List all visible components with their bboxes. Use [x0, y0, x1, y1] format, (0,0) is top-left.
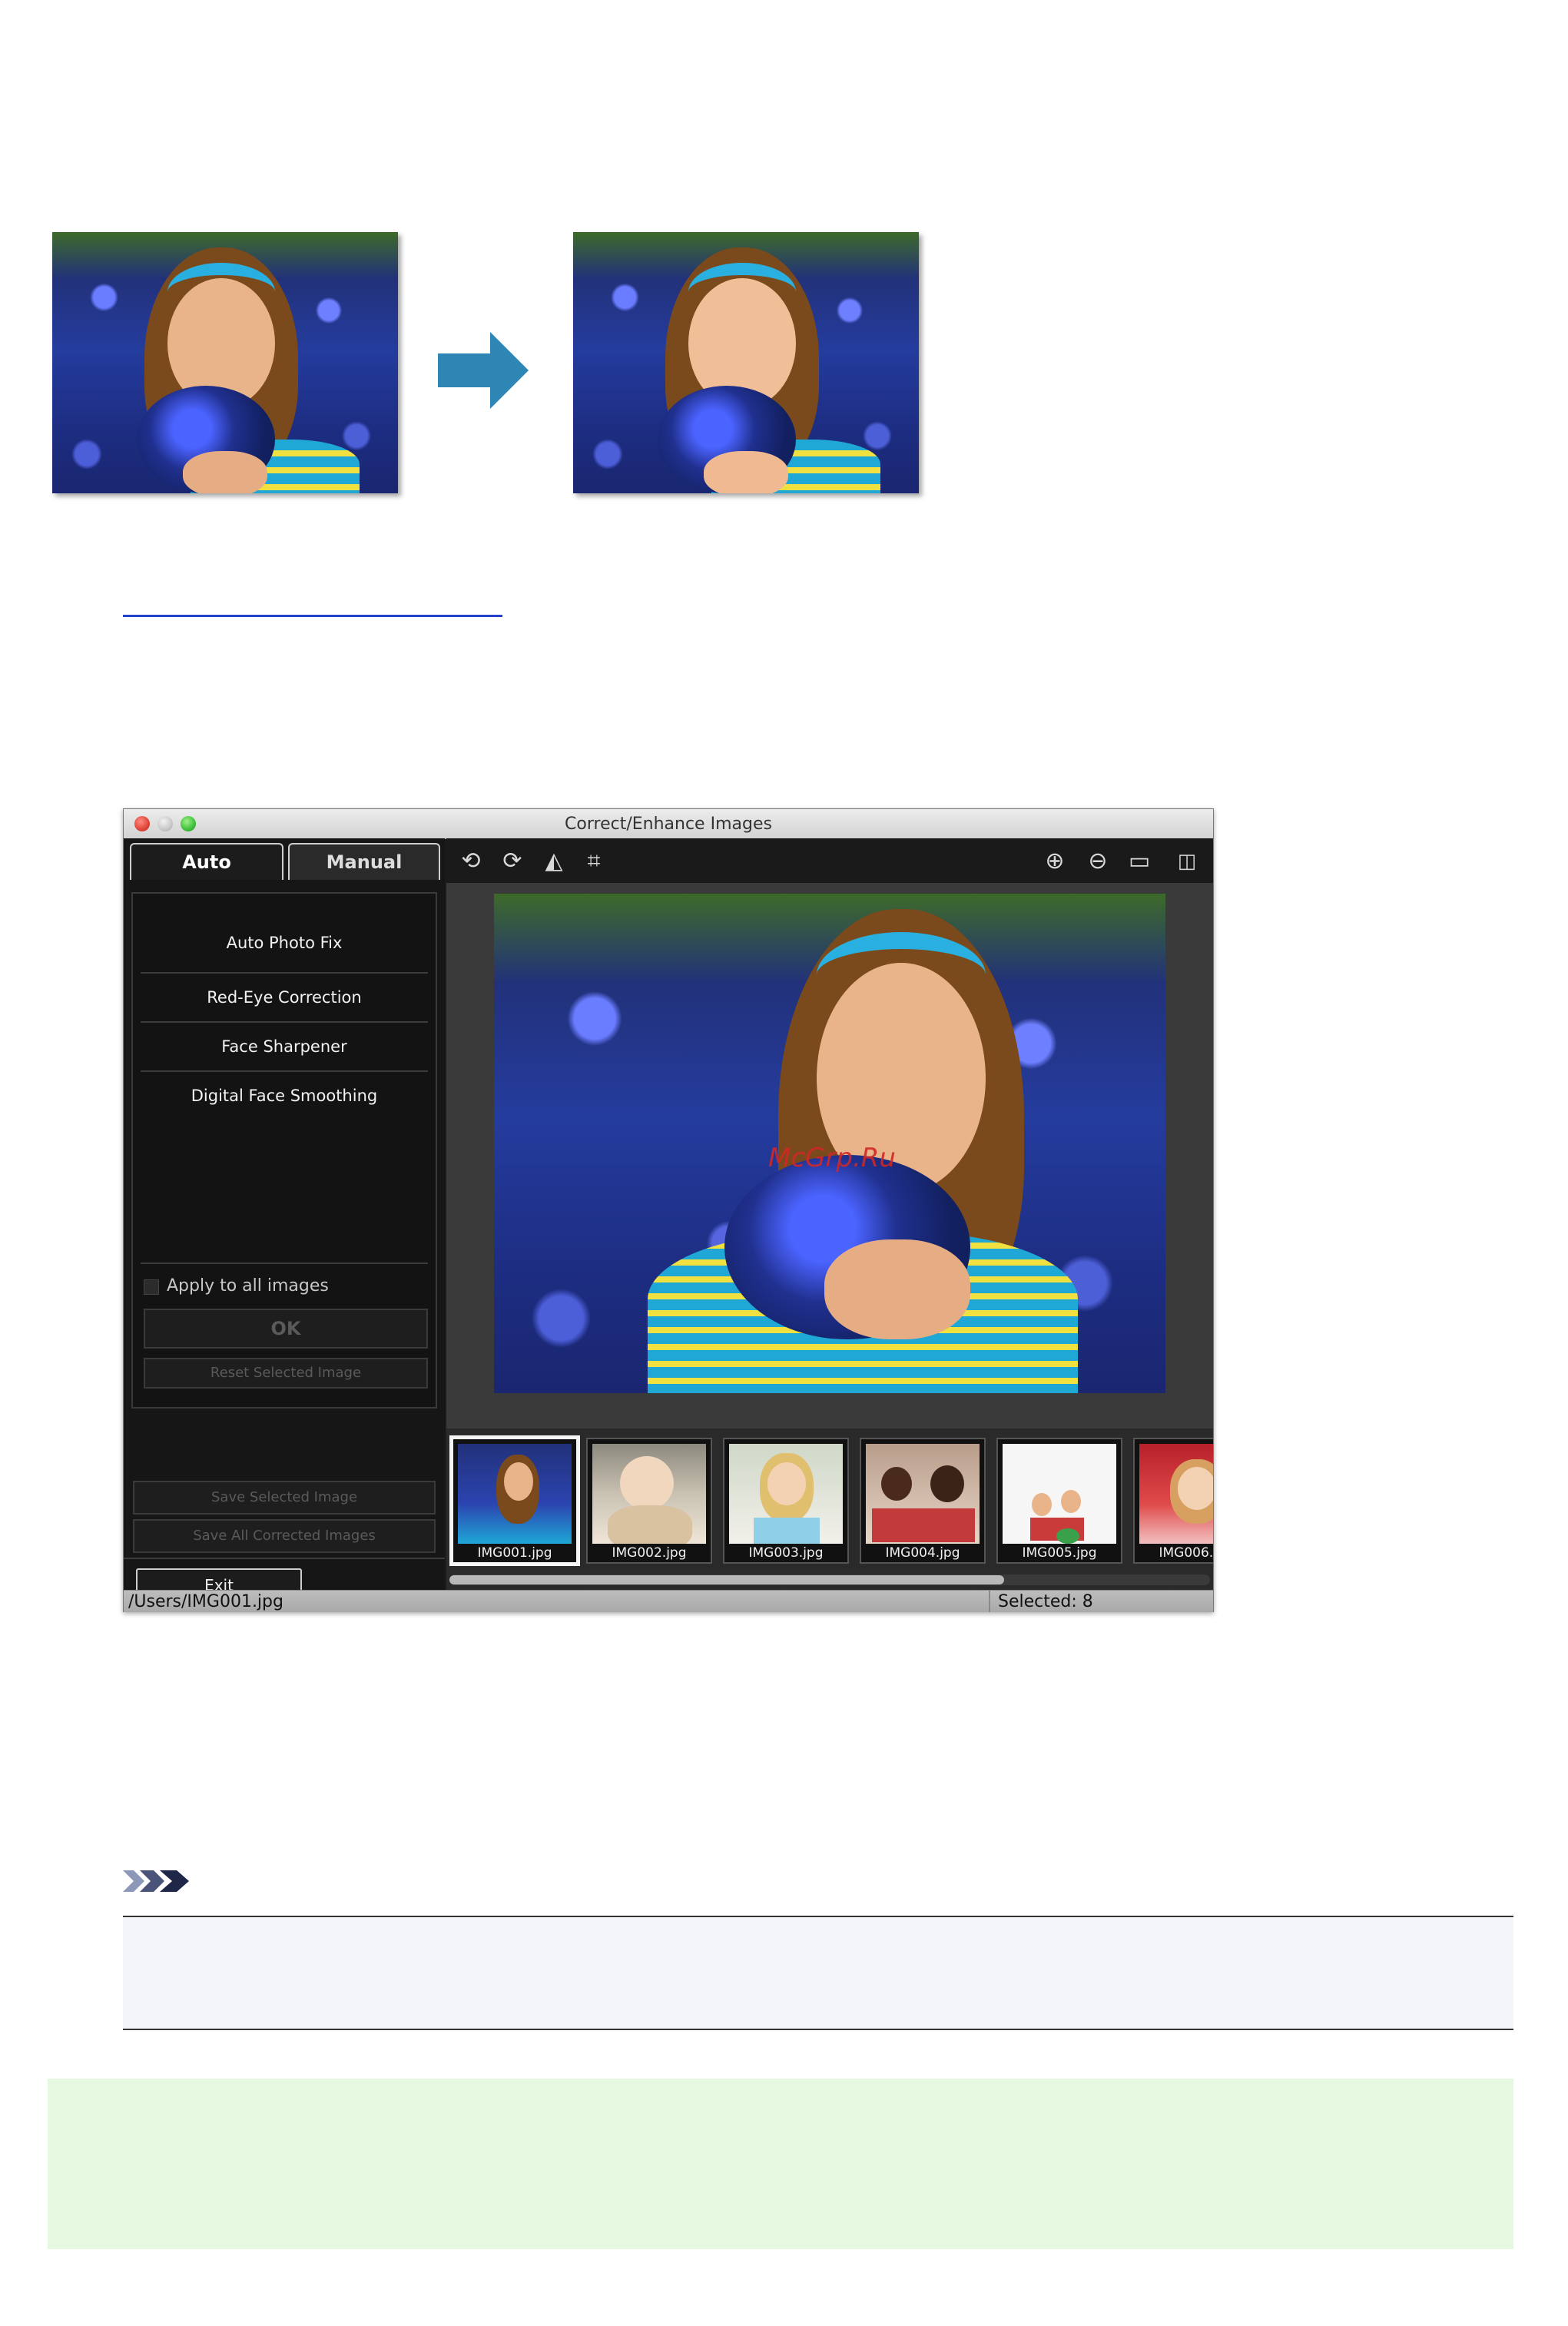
status-selected: Selected: 8 [998, 1592, 1093, 1611]
tip-box [48, 2079, 1513, 2249]
window-title: Correct/Enhance Images [565, 815, 772, 834]
status-path: /Users/IMG001.jpg [128, 1592, 283, 1611]
thumbnail-strip: IMG001.jpg IMG002.jpg IMG003.jpg IMG004.… [446, 1428, 1213, 1590]
face-sharpener-button[interactable]: Face Sharpener [141, 1023, 428, 1072]
rotate-left-icon[interactable]: ⟲ [454, 844, 488, 878]
compare-icon[interactable]: ◫ [1170, 844, 1204, 878]
tab-manual[interactable]: Manual [288, 843, 440, 880]
reset-selected-image-button[interactable]: Reset Selected Image [144, 1358, 428, 1389]
divider [141, 1263, 428, 1264]
note-box [123, 1916, 1513, 2030]
thumbnail-img004[interactable]: IMG004.jpg [860, 1438, 986, 1564]
thumbnail-label: IMG004.jpg [885, 1545, 960, 1561]
tab-auto[interactable]: Auto [130, 843, 283, 880]
watermark: McGrp.Ru [768, 1143, 896, 1173]
exit-divider [124, 1558, 445, 1559]
preview-image: McGrp.Ru [494, 894, 1165, 1393]
thumbnail-label: IMG005.jpg [1022, 1545, 1097, 1561]
preview-area: McGrp.Ru [446, 883, 1213, 1428]
thumbnail-img003[interactable]: IMG003.jpg [723, 1438, 849, 1564]
status-bar: /Users/IMG001.jpg Selected: 8 [124, 1590, 1213, 1612]
link-underline[interactable] [123, 615, 502, 617]
thumbnail-label: IMG002.jpg [612, 1545, 687, 1561]
thumbnail-scrollbar[interactable] [449, 1574, 1210, 1585]
crop-icon[interactable]: ⌗ [577, 844, 611, 878]
rotate-right-icon[interactable]: ⟳ [496, 844, 529, 878]
apply-all-label: Apply to all images [167, 1276, 329, 1296]
full-screen-icon[interactable]: ▭ [1122, 844, 1156, 878]
thumbnail-label: IMG003.jpg [748, 1545, 824, 1561]
zoom-in-icon[interactable]: ⊕ [1038, 844, 1072, 878]
save-all-corrected-images-button[interactable]: Save All Corrected Images [133, 1519, 436, 1553]
thumbnail-img006[interactable]: IMG006.jpg [1133, 1438, 1213, 1564]
note-icon [123, 1870, 189, 1892]
digital-face-smoothing-button[interactable]: Digital Face Smoothing [141, 1072, 428, 1120]
thumbnail-img005[interactable]: IMG005.jpg [996, 1438, 1122, 1564]
thumbnail-label: IMG006.jpg [1159, 1545, 1213, 1561]
save-selected-image-button[interactable]: Save Selected Image [133, 1481, 436, 1515]
after-photo [573, 232, 919, 493]
before-photo [52, 232, 398, 493]
correct-enhance-window: Correct/Enhance Images Auto Manual Auto … [123, 808, 1214, 1612]
thumbnail-img002[interactable]: IMG002.jpg [586, 1438, 712, 1564]
red-eye-correction-button[interactable]: Red-Eye Correction [141, 974, 428, 1023]
thumbnail-img001[interactable]: IMG001.jpg [449, 1435, 580, 1566]
apply-all-checkbox[interactable] [144, 1279, 159, 1295]
title-bar: Correct/Enhance Images [124, 809, 1213, 839]
status-divider [989, 1591, 990, 1612]
arrow-right-icon [438, 332, 529, 409]
left-panel: Auto Manual Auto Photo Fix Red-Eye Corre… [124, 838, 445, 1611]
zoom-out-icon[interactable]: ⊖ [1081, 844, 1115, 878]
task-list: Auto Photo Fix Red-Eye Correction Face S… [131, 892, 437, 1409]
scrollbar-thumb[interactable] [449, 1575, 1004, 1584]
flip-icon[interactable]: ◭ [537, 844, 571, 878]
thumbnail-label: IMG001.jpg [477, 1545, 552, 1561]
toolbar: ⟲ ⟳ ◭ ⌗ ⊕ ⊖ ▭ ◫ [446, 838, 1213, 883]
ok-button[interactable]: OK [144, 1309, 428, 1349]
auto-photo-fix-button[interactable]: Auto Photo Fix [141, 914, 428, 974]
